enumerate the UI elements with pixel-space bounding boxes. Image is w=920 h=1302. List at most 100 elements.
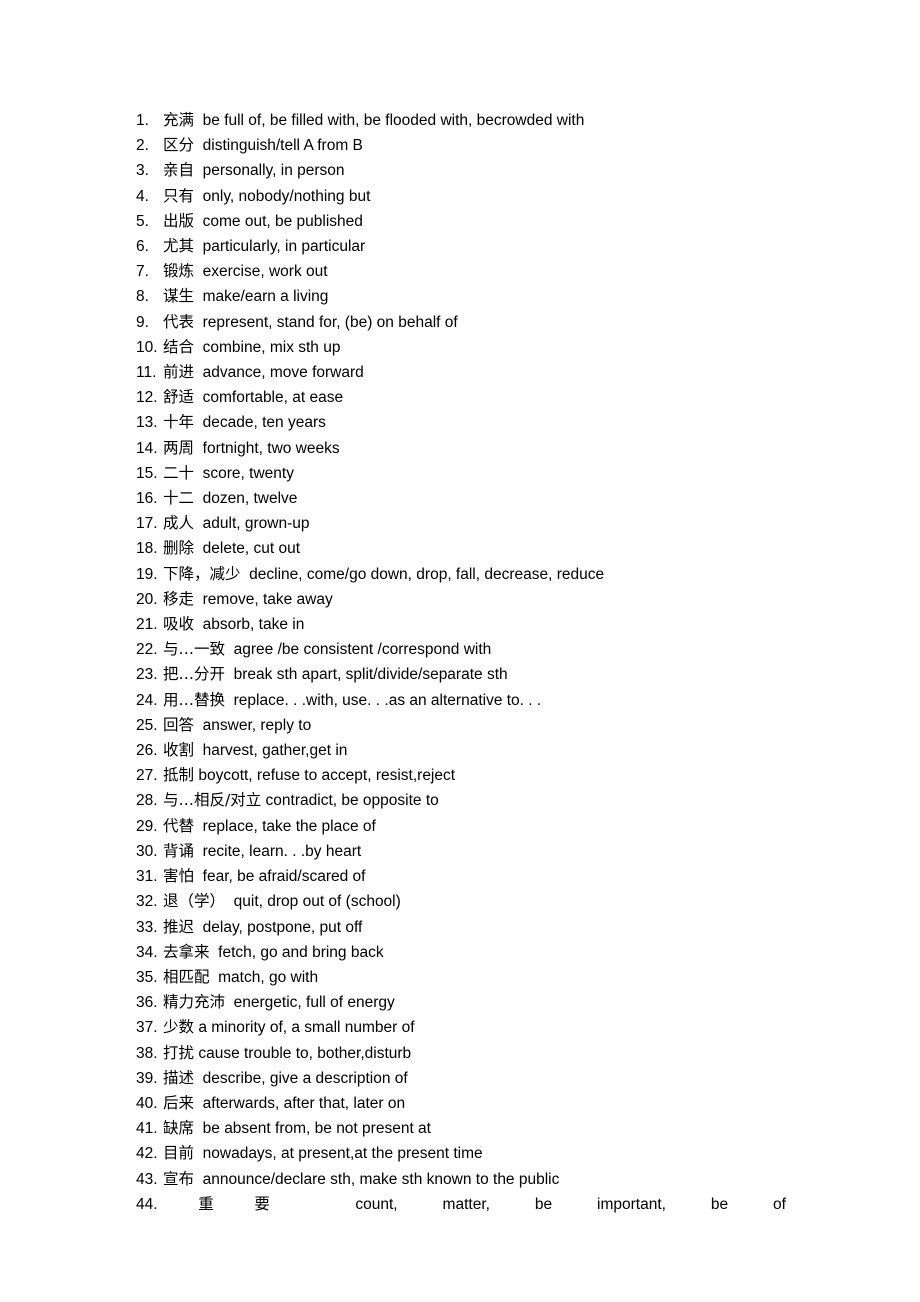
entry-separator — [194, 288, 203, 305]
entry-separator — [194, 818, 203, 835]
entry-gloss-english: describe, give a description of — [202, 1069, 408, 1087]
entry-separator — [194, 591, 203, 608]
entry-separator — [194, 1120, 203, 1137]
entry-separator — [194, 868, 203, 885]
entry-gloss-english: agree /be consistent /correspond with — [233, 641, 492, 659]
vocabulary-entry: 25. 回答 answer, reply to — [136, 713, 786, 738]
entry-number: 37. — [136, 1019, 158, 1037]
entry-term-chinese: 结合 — [163, 337, 195, 356]
vocabulary-entry: 18. 删除 delete, cut out — [136, 536, 786, 561]
vocabulary-list: 1. 充满 be full of, be filled with, be floo… — [136, 108, 786, 1217]
entry-number: 36. — [136, 994, 158, 1012]
entry-number: 8. — [136, 288, 149, 306]
entry-gloss-english: decline, come/go down, drop, fall, decre… — [249, 565, 605, 583]
entry-gloss-english: break sth apart, split/divide/separate s… — [233, 666, 508, 684]
entry-number: 14. — [136, 439, 158, 457]
entry-gloss-english: recite, learn. . .by heart — [202, 842, 362, 860]
entry-gloss-english: a minority of, a small number of — [198, 1019, 415, 1037]
entry-separator — [194, 263, 203, 280]
entry-gloss-english: represent, stand for, (be) on behalf of — [202, 313, 458, 331]
entry-term-chinese: 代表 — [163, 312, 195, 331]
entry-separator — [194, 112, 203, 129]
entry-term-chinese: 舒适 — [163, 388, 195, 407]
entry-number: 2. — [136, 137, 149, 155]
vocabulary-entry: 28. 与…相反/对立 contradict, be opposite to — [136, 788, 786, 813]
vocabulary-entry: 15. 二十 score, twenty — [136, 461, 786, 486]
vocabulary-entry: 5. 出版 come out, be published — [136, 209, 786, 234]
vocabulary-entry: 2. 区分 distinguish/tell A from B — [136, 133, 786, 158]
entry-gloss-english: fortnight, two weeks — [202, 439, 340, 457]
entry-separator — [194, 339, 203, 356]
entry-number: 9. — [136, 313, 149, 331]
entry-gloss-english: adult, grown-up — [202, 515, 310, 533]
entry-number: 42. — [136, 1145, 158, 1163]
entry-gloss-english: combine, mix sth up — [202, 338, 341, 356]
entry-number: 23. — [136, 666, 158, 684]
entry-term-chinese: 锻炼 — [163, 262, 195, 281]
entry-term-chinese: 缺席 — [163, 1119, 195, 1138]
entry-separator — [194, 440, 203, 457]
vocabulary-entry: 21. 吸收 absorb, take in — [136, 612, 786, 637]
entry-term-chinese: 用…替换 — [163, 690, 226, 709]
entry-separator — [225, 641, 234, 658]
entry-separator — [194, 213, 203, 230]
entry-term-chinese: 退（学） — [163, 892, 226, 911]
entry-separator — [194, 1070, 203, 1087]
entry-number: 43. — [136, 1170, 158, 1188]
entry-gloss-english: be full of, be filled with, be flooded w… — [202, 112, 585, 129]
vocabulary-entry: 35. 相匹配 match, go with — [136, 965, 786, 990]
entry-number: 19. — [136, 565, 158, 583]
entry-term-chinese: 亲自 — [163, 161, 195, 180]
entry-gloss-english: comfortable, at ease — [202, 389, 344, 407]
entry-term-chinese: 谋生 — [163, 287, 195, 306]
entry-separator — [194, 314, 203, 331]
entry-term-chinese: 尤其 — [163, 237, 195, 256]
vocabulary-entry: 41. 缺席 be absent from, be not present at — [136, 1116, 786, 1141]
entry-term-chinese: 二十 — [163, 463, 195, 482]
entry-number: 6. — [136, 238, 149, 256]
entry-term-chinese: 打扰 — [163, 1043, 195, 1062]
entry-term-chinese: 精力充沛 — [163, 993, 226, 1012]
entry-number: 18. — [136, 540, 158, 558]
vocabulary-entry: 26. 收割 harvest, gather,get in — [136, 738, 786, 763]
vocabulary-entry: 9. 代表 represent, stand for, (be) on behal… — [136, 310, 786, 335]
vocabulary-entry: 40. 后来 afterwards, after that, later on — [136, 1091, 786, 1116]
entry-number: 39. — [136, 1069, 158, 1087]
vocabulary-entry: 20. 移走 remove, take away — [136, 587, 786, 612]
vocabulary-entry: 27. 抵制 boycott, refuse to accept, resist,… — [136, 763, 786, 788]
entry-term-chinese: 描述 — [163, 1068, 195, 1087]
entry-gloss-english: contradict, be opposite to — [265, 792, 439, 810]
entry-gloss-english: announce/declare sth, make sth known to … — [202, 1170, 560, 1188]
entry-gloss-english: only, nobody/nothing but — [202, 187, 371, 205]
entry-separator — [194, 490, 203, 507]
entry-gloss-english: cause trouble to, bother,disturb — [198, 1044, 412, 1062]
entry-term-chinese: 只有 — [163, 186, 195, 205]
entry-term-chinese: 背诵 — [163, 841, 195, 860]
vocabulary-entry: 34. 去拿来 fetch, go and bring back — [136, 940, 786, 965]
entry-gloss-english: afterwards, after that, later on — [202, 1094, 406, 1112]
entry-gloss-english: come out, be published — [202, 212, 363, 230]
entry-term-chinese: 后来 — [163, 1093, 195, 1112]
vocabulary-entry: 32. 退（学） quit, drop out of (school) — [136, 889, 786, 914]
entry-separator — [310, 1196, 355, 1213]
entry-term-chinese: 目前 — [163, 1144, 195, 1163]
entry-number: 11. — [136, 364, 157, 382]
vocabulary-entry: 39. 描述 describe, give a description of — [136, 1066, 786, 1091]
vocabulary-entry: 12. 舒适 comfortable, at ease — [136, 385, 786, 410]
entry-number: 13. — [136, 414, 158, 432]
entry-separator — [194, 137, 203, 154]
entry-gloss-english: score, twenty — [202, 464, 294, 482]
entry-separator — [194, 238, 203, 255]
entry-gloss-english: decade, ten years — [202, 414, 326, 432]
entry-separator — [210, 944, 219, 961]
entry-gloss-english: count, matter, be important, be of — [355, 1195, 786, 1213]
entry-gloss-english: replace, take the place of — [202, 817, 376, 835]
entry-number: 31. — [136, 868, 158, 886]
entry-gloss-english: absorb, take in — [202, 616, 305, 634]
entry-number: 10. — [136, 338, 158, 356]
entry-gloss-english: harvest, gather,get in — [202, 742, 348, 760]
vocabulary-entry: 8. 谋生 make/earn a living — [136, 284, 786, 309]
entry-number: 34. — [136, 943, 158, 961]
entry-term-chinese: 与…相反/对立 — [163, 791, 262, 810]
entry-separator — [194, 540, 203, 557]
